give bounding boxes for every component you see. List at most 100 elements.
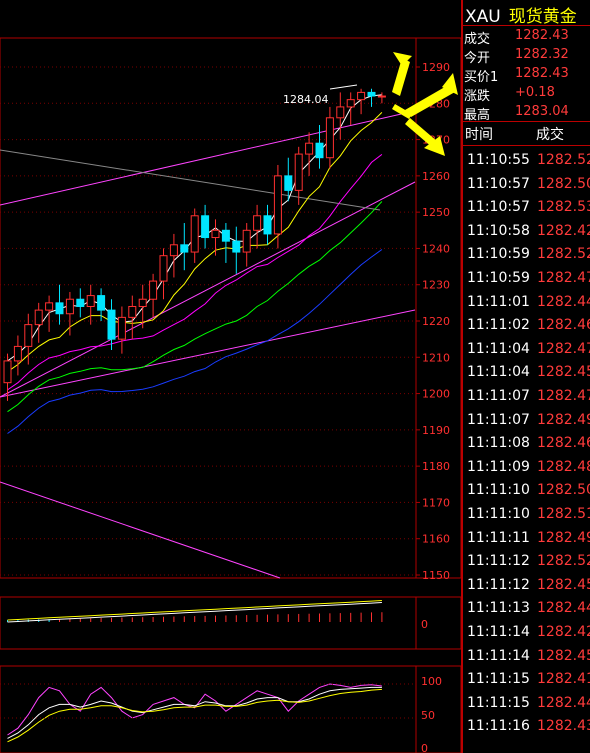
candle-down — [55, 302, 64, 315]
quote-panel: XAU 现货黄金 成交 1282.43 今开 1282.32 买价1 1282.43 涨跌 +0… — [461, 0, 590, 753]
candle-up — [117, 316, 126, 340]
quote-value: 1282.43 — [515, 28, 569, 43]
tick-row: 11:10:55 1282.52 — [463, 152, 590, 175]
tick-row: 11:10:57 1282.50 — [463, 176, 590, 199]
tick-price: 1282.51 — [537, 506, 590, 522]
osc-j-line — [7, 688, 382, 743]
time-column-header: 时间 — [465, 127, 493, 143]
high-annotation-pointer — [329, 84, 358, 90]
quote-title: XAU 现货黄金 — [465, 2, 577, 27]
tick-time: 11:11:16 — [467, 718, 530, 735]
down-trend-line — [0, 481, 281, 579]
price-tick-label: 1220 — [422, 315, 450, 328]
tick-row: 11:11:11 1282.49 — [463, 530, 590, 553]
candle-up — [86, 295, 95, 307]
tick-row: 11:11:09 1282.48 — [463, 459, 590, 482]
tick-time: 11:10:57 — [467, 175, 530, 192]
tick-row: 11:11:16 1282.43 — [463, 718, 590, 741]
candle-down — [201, 215, 210, 239]
osc-tick-50: 50 — [421, 709, 435, 722]
tick-price: 1282.44 — [537, 600, 590, 617]
tick-price: 1282.48 — [537, 458, 590, 475]
volume-indicator — [7, 600, 383, 623]
symbol-label: XAU — [465, 7, 501, 27]
tick-time: 11:11:12 — [467, 553, 530, 570]
candle-up — [377, 95, 386, 98]
tick-price: 1282.42 — [537, 624, 590, 640]
candle-up — [325, 117, 334, 159]
tick-price: 1282.50 — [537, 482, 590, 499]
kline-chart[interactable]: 1290128012701260125012401230122012101200… — [0, 0, 461, 753]
tick-time: 11:10:59 — [467, 270, 530, 286]
candle-down — [97, 295, 106, 311]
candle-down — [232, 240, 241, 253]
tick-row: 11:10:59 1282.47 — [463, 270, 590, 293]
tick-time: 11:11:04 — [467, 364, 530, 381]
tick-row: 11:11:04 1282.45 — [463, 364, 590, 387]
tick-time: 11:11:14 — [467, 624, 530, 640]
tick-row: 11:10:58 1282.42 — [463, 223, 590, 246]
candle-down — [180, 244, 189, 253]
quote-row: 涨跌 +0.18 — [463, 85, 590, 104]
tick-row: 11:10:59 1282.52 — [463, 246, 590, 269]
quote-value: 1282.32 — [515, 47, 569, 62]
candle-down — [221, 229, 230, 242]
tick-row: 11:11:15 1282.41 — [463, 671, 590, 694]
tick-price: 1282.41 — [537, 671, 590, 688]
candle-up — [128, 305, 137, 318]
price-column-header: 成交 — [536, 127, 564, 143]
candle-up — [24, 324, 33, 347]
tick-row: 11:11:14 1282.42 — [463, 624, 590, 647]
candle-up — [190, 215, 199, 253]
mid-trend-line — [0, 181, 416, 398]
tick-row: 11:11:02 1282.46 — [463, 317, 590, 340]
ticks-divider — [463, 145, 590, 146]
osc-tick-100: 100 — [421, 675, 442, 688]
ma-magenta-line — [7, 154, 383, 391]
tick-time: 11:11:08 — [467, 435, 530, 452]
tick-price: 1282.45 — [537, 576, 590, 593]
candle-up — [149, 280, 158, 300]
quote-row: 今开 1282.32 — [463, 47, 590, 66]
tick-time: 11:11:07 — [467, 388, 530, 404]
tick-row: 11:11:14 1282.45 — [463, 648, 590, 671]
tick-time: 11:10:58 — [467, 222, 530, 239]
tick-price: 1282.47 — [537, 388, 590, 404]
tick-price: 1282.47 — [537, 270, 590, 286]
tick-price: 1282.50 — [537, 175, 590, 192]
trend-lines — [0, 111, 416, 579]
candle-up — [294, 153, 303, 191]
osc-tick-0: 0 — [421, 742, 428, 753]
tick-time: 11:10:55 — [467, 152, 530, 168]
candle-up — [169, 244, 178, 257]
candle-up — [138, 298, 147, 307]
osc-d-line — [7, 686, 382, 739]
candle-up — [211, 229, 220, 239]
tick-time: 11:11:10 — [467, 482, 530, 499]
tick-row: 11:11:07 1282.47 — [463, 388, 590, 411]
tick-time: 11:11:10 — [467, 506, 530, 522]
lower-trend-line — [0, 309, 416, 398]
candle-up — [45, 302, 54, 311]
tick-price: 1282.44 — [537, 694, 590, 711]
price-tick-label: 1180 — [422, 460, 450, 473]
candle-up — [242, 229, 251, 253]
volume-panel-frame — [0, 596, 461, 650]
price-tick-label: 1200 — [422, 388, 450, 401]
tick-time: 11:11:12 — [467, 576, 530, 593]
candle-up — [3, 360, 12, 384]
tick-time: 11:11:15 — [467, 671, 530, 688]
price-tick-label: 1160 — [422, 533, 450, 546]
tick-price: 1282.52 — [537, 246, 590, 263]
moving-average-lines — [7, 94, 383, 434]
price-tick-label: 1290 — [422, 61, 450, 74]
price-tick-label: 1150 — [422, 569, 450, 582]
candle-up — [336, 106, 345, 119]
title-divider — [463, 25, 590, 26]
candle-up — [346, 99, 355, 108]
price-tick-label: 1170 — [422, 496, 450, 509]
tick-price: 1282.44 — [537, 293, 590, 310]
tick-time: 11:11:14 — [467, 647, 530, 664]
ma-blue-line — [7, 249, 383, 434]
candlesticks — [3, 88, 386, 401]
